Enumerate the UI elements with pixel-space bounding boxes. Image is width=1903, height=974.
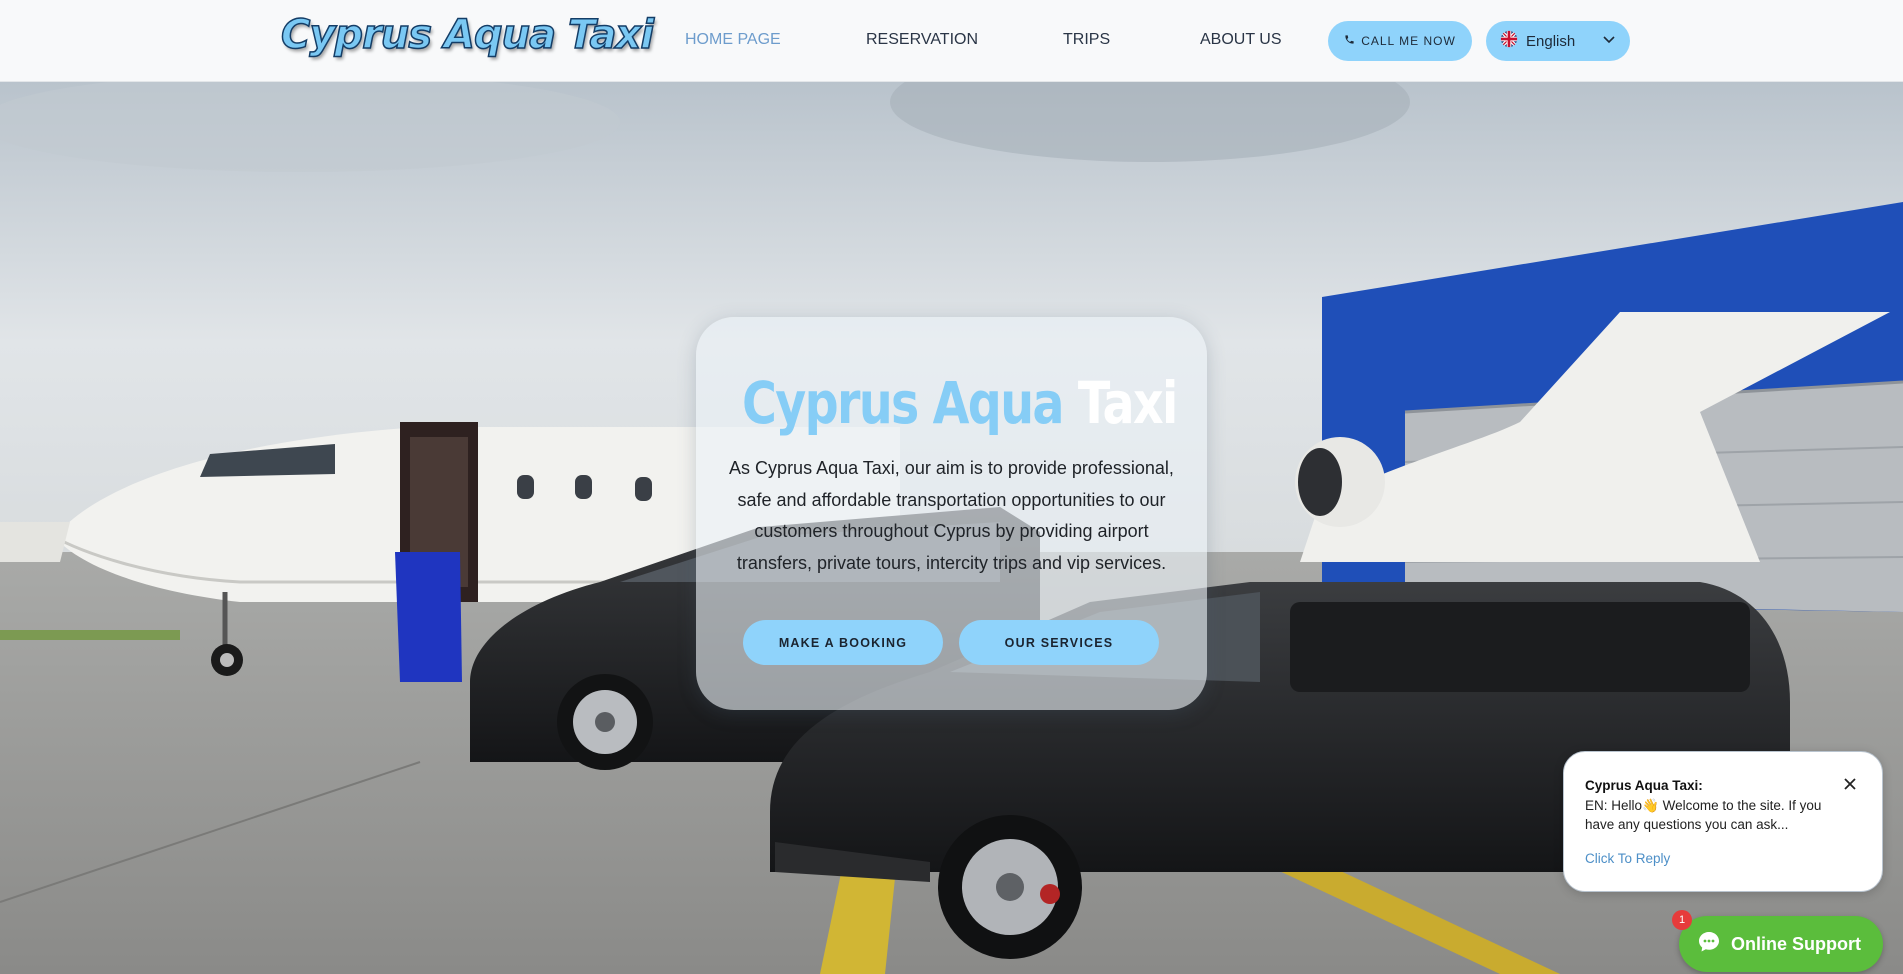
nav-about-us[interactable]: ABOUT US — [1200, 31, 1282, 49]
online-support-button[interactable]: Online Support — [1679, 916, 1883, 972]
close-icon[interactable] — [1840, 774, 1860, 794]
nav-reservation[interactable]: RESERVATION — [866, 31, 978, 49]
online-support-label: Online Support — [1731, 933, 1861, 954]
hero-card: Cyprus Aqua Taxi As Cyprus Aqua Taxi, ou… — [696, 317, 1207, 710]
chat-sender: Cyprus Aqua Taxi: — [1585, 778, 1703, 793]
nav-trips[interactable]: TRIPS — [1063, 31, 1110, 49]
chat-popup[interactable]: Cyprus Aqua Taxi: EN: Hello👋 Welcome to … — [1563, 751, 1883, 892]
phone-icon — [1344, 34, 1355, 48]
make-a-booking-button[interactable]: MAKE A BOOKING — [743, 620, 943, 665]
our-services-button[interactable]: OUR SERVICES — [959, 620, 1159, 665]
call-me-now-button[interactable]: CALL ME NOW — [1328, 21, 1472, 61]
hero-title-part1: Cyprus Aqua — [741, 369, 1065, 437]
chevron-down-icon — [1602, 32, 1616, 50]
notification-badge: 1 — [1672, 910, 1692, 930]
uk-flag-icon — [1500, 30, 1518, 52]
hero-description: As Cyprus Aqua Taxi, our aim is to provi… — [729, 458, 1174, 573]
nav-home-page[interactable]: HOME PAGE — [685, 31, 781, 49]
hero-title: Cyprus Aqua Taxi — [741, 369, 1178, 437]
chat-message: EN: Hello👋 Welcome to the site. If you h… — [1585, 798, 1822, 832]
click-to-reply-link[interactable]: Click To Reply — [1585, 851, 1670, 866]
hero-title-part2: Taxi — [1077, 369, 1178, 437]
language-selector[interactable]: English — [1486, 21, 1630, 61]
site-header: Cyprus Aqua Taxi HOME PAGE RESERVATION T… — [0, 0, 1903, 82]
call-button-label: CALL ME NOW — [1361, 34, 1456, 48]
language-label: English — [1526, 32, 1576, 50]
chat-icon — [1697, 930, 1721, 959]
site-logo[interactable]: Cyprus Aqua Taxi — [280, 11, 655, 59]
